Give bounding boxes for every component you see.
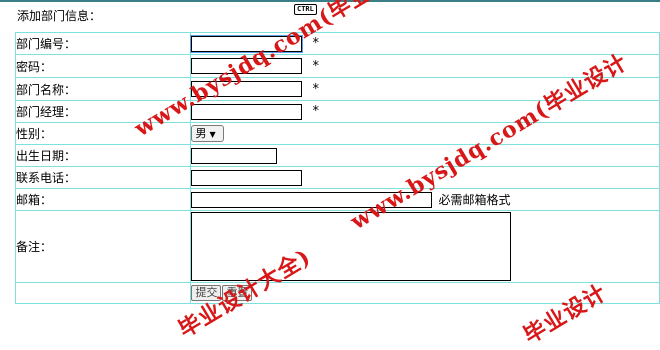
required-mark: * <box>312 58 319 74</box>
ctrl-key-badge: CTRL <box>294 4 317 15</box>
form-row-email: 邮箱： 必需邮箱格式 <box>14 188 660 211</box>
chevron-down-icon: ▼ <box>209 130 216 139</box>
form-row-gender: 性别： 男 ▼ <box>14 122 660 145</box>
password-label: 密码： <box>14 54 192 78</box>
phone-input[interactable] <box>191 169 303 186</box>
birthday-input[interactable] <box>191 147 278 164</box>
reset-button[interactable]: 重置 <box>222 285 253 301</box>
submit-button[interactable]: 提交 <box>191 285 222 301</box>
dept-no-label: 部门编号： <box>14 32 192 55</box>
dept-name-label: 部门名称： <box>14 77 192 101</box>
gender-cell: 男 ▼ <box>190 122 660 145</box>
gender-label: 性别： <box>14 122 192 145</box>
phone-label: 联系电话： <box>14 166 192 189</box>
email-label: 邮箱： <box>14 188 192 211</box>
gender-select[interactable]: 男 ▼ <box>191 125 225 142</box>
dept-form-table: 部门编号： * 密码： * 部门名称： * 部门经理： * 性别： 男 ▼ 出生日… <box>14 32 660 304</box>
form-row-manager: 部门经理： * <box>14 100 660 123</box>
email-cell: 必需邮箱格式 <box>190 188 660 211</box>
remark-cell <box>190 210 660 283</box>
remark-textarea[interactable] <box>191 212 512 281</box>
form-row-password: 密码： * <box>14 54 660 78</box>
manager-cell: * <box>190 100 660 123</box>
dept-no-input[interactable] <box>190 34 304 53</box>
password-cell: * <box>190 54 660 78</box>
phone-cell <box>190 166 660 189</box>
birthday-cell <box>190 144 660 167</box>
dept-name-input[interactable] <box>191 81 303 97</box>
form-row-birthday: 出生日期： <box>14 144 660 167</box>
remark-label: 备注： <box>14 210 192 283</box>
form-row-dept-name: 部门名称： * <box>14 77 660 101</box>
actions-cell: 提交 重置 <box>190 282 660 304</box>
password-input[interactable] <box>191 58 303 74</box>
form-row-phone: 联系电话： <box>14 166 660 189</box>
top-border-line <box>0 0 660 2</box>
required-mark: * <box>312 81 319 97</box>
gender-selected-value: 男 <box>195 127 207 140</box>
dept-no-cell: * <box>190 32 660 55</box>
birthday-label: 出生日期： <box>14 144 192 167</box>
email-input[interactable] <box>191 191 433 208</box>
required-mark: * <box>312 36 319 51</box>
email-format-hint: 必需邮箱格式 <box>438 193 511 207</box>
manager-label: 部门经理： <box>14 100 192 123</box>
required-mark: * <box>312 104 319 119</box>
page-title: 添加部门信息： <box>17 9 102 23</box>
dept-name-cell: * <box>190 77 660 101</box>
form-row-actions: 提交 重置 <box>14 282 660 304</box>
form-row-remark: 备注： <box>14 210 660 283</box>
actions-empty-cell <box>14 282 192 304</box>
form-row-dept-no: 部门编号： * <box>14 32 660 55</box>
manager-input[interactable] <box>191 103 303 120</box>
